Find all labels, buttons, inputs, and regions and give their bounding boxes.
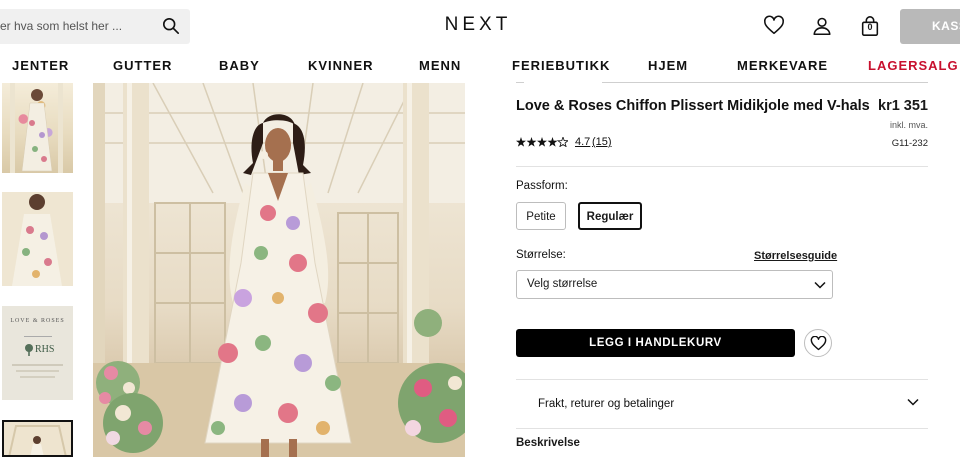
divider (20, 376, 55, 378)
nav-item-baby[interactable]: BABY (219, 58, 260, 73)
nav-item-feriebutikk[interactable]: FERIEBUTIKK (512, 58, 610, 73)
user-icon[interactable] (811, 15, 833, 37)
main-nav: JENTER GUTTER BABY KVINNER MENN FERIEBUT… (0, 52, 960, 78)
product-photo (93, 83, 465, 457)
size-select[interactable]: Velg størrelse (516, 270, 833, 299)
site-header: er hva som helst her ... NEXT 0 KASSE (0, 0, 960, 52)
nav-item-hjem[interactable]: HJEM (648, 58, 688, 73)
rating-value[interactable]: 4.7 (575, 136, 590, 148)
thumbnail-image (10, 83, 63, 173)
vat-note: inkl. mva. (889, 120, 928, 130)
divider-gap (524, 80, 602, 84)
thumbnail-image (4, 422, 71, 455)
nav-item-jenter[interactable]: JENTER (12, 58, 69, 73)
search-input[interactable]: er hva som helst her ... (0, 19, 150, 33)
divider (516, 166, 928, 167)
bag-count: 0 (867, 22, 873, 32)
search-icon[interactable] (162, 17, 180, 35)
star-icons (516, 135, 570, 148)
thumbnail-4[interactable] (2, 420, 73, 457)
fit-option-petite[interactable]: Petite (516, 202, 566, 230)
size-guide-link[interactable]: Størrelsesguide (754, 250, 837, 262)
thumbnail-1[interactable] (2, 83, 73, 173)
divider (24, 336, 52, 337)
tree-icon (25, 344, 33, 356)
divider (516, 428, 928, 429)
shipping-accordion[interactable]: Frakt, returer og betalinger (538, 398, 674, 410)
nav-item-lagersalg[interactable]: LAGERSALG (868, 58, 959, 73)
bag-button[interactable]: 0 (859, 15, 881, 37)
review-count-link[interactable]: (15) (592, 136, 612, 148)
add-to-bag-button[interactable]: LEGG I HANDLEKURV (516, 329, 795, 357)
nav-item-merkevare[interactable]: MERKEVARE (737, 58, 828, 73)
product-title: Love & Roses Chiffon Plissert Midikjole … (516, 98, 870, 114)
size-label: Størrelse: (516, 249, 566, 261)
thumbnail-image (2, 192, 73, 286)
divider (12, 364, 63, 366)
divider (16, 370, 59, 372)
brand-card-partner: RHS (35, 344, 55, 355)
description-heading[interactable]: Beskrivelse (516, 437, 580, 449)
size-select-value: Velg størrelse (527, 278, 598, 290)
nav-item-kvinner[interactable]: KVINNER (308, 58, 374, 73)
brand-card-logo: LOVE & ROSES (10, 318, 65, 324)
thumbnail-brand-card[interactable]: LOVE & ROSES RHS (2, 306, 73, 400)
chevron-down-icon[interactable] (907, 398, 919, 406)
fit-label: Passform: (516, 180, 568, 192)
logo[interactable]: NEXT (438, 14, 518, 36)
checkout-button[interactable]: KASSE (900, 9, 960, 44)
product-price: kr1 351 (878, 98, 928, 114)
fit-option-regular[interactable]: Regulær (578, 202, 642, 230)
heart-icon (810, 336, 827, 351)
divider (516, 379, 928, 380)
product-sku: G11-232 (891, 138, 928, 149)
favourite-button[interactable] (804, 329, 832, 357)
nav-item-gutter[interactable]: GUTTER (113, 58, 172, 73)
chevron-down-icon (814, 281, 826, 289)
nav-item-menn[interactable]: MENN (419, 58, 461, 73)
heart-icon[interactable] (763, 15, 785, 37)
search-bar[interactable]: er hva som helst her ... (0, 9, 190, 44)
main-product-image[interactable] (93, 83, 465, 457)
rating-stars (516, 135, 570, 150)
thumbnail-2[interactable] (2, 192, 73, 286)
